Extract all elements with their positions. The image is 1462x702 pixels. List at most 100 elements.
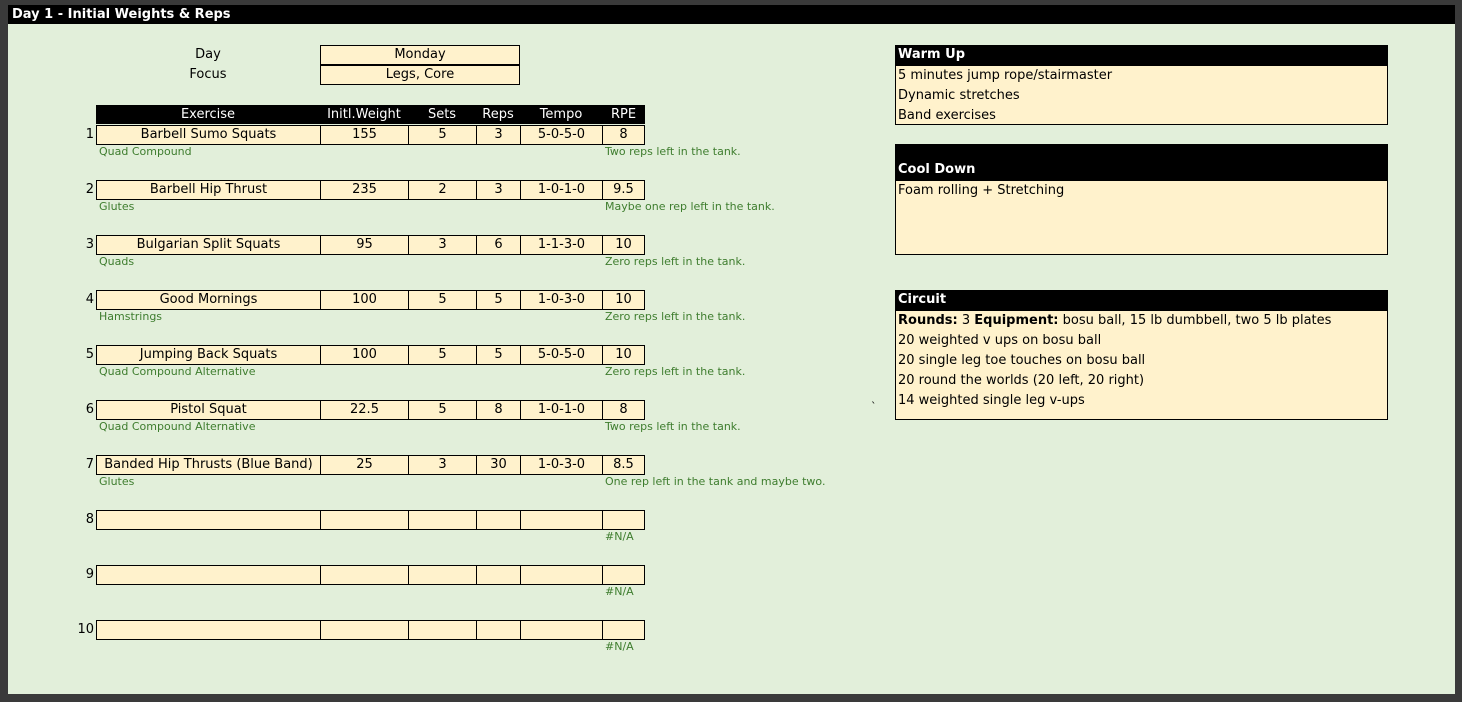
cell-sets[interactable]: 5 — [408, 345, 477, 365]
cell-weight[interactable]: 22.5 — [320, 400, 409, 420]
cell-weight[interactable]: 155 — [320, 125, 409, 145]
cell-tempo[interactable] — [520, 620, 603, 640]
cell-tempo[interactable]: 5-0-5-0 — [520, 125, 603, 145]
cell-weight[interactable]: 25 — [320, 455, 409, 475]
rounds-value: 3 — [961, 313, 971, 328]
cell-exercise[interactable]: Bulgarian Split Squats — [96, 235, 321, 255]
cell-weight[interactable]: 95 — [320, 235, 409, 255]
cell-reps[interactable] — [476, 510, 521, 530]
sheet-title: Day 1 - Initial Weights & Reps — [8, 5, 1455, 24]
cell-rpe[interactable] — [602, 620, 645, 640]
cell-exercise[interactable]: Barbell Hip Thrust — [96, 180, 321, 200]
cell-rpe[interactable]: 8 — [602, 400, 645, 420]
row-number: 7 — [85, 457, 94, 472]
cell-sets[interactable]: 3 — [408, 235, 477, 255]
rpe-note: Maybe one rep left in the tank. — [605, 200, 775, 213]
cell-weight[interactable]: 100 — [320, 290, 409, 310]
cell-reps[interactable]: 30 — [476, 455, 521, 475]
cell-rpe[interactable]: 8.5 — [602, 455, 645, 475]
rpe-note: #N/A — [605, 640, 634, 653]
row-number: 4 — [85, 292, 94, 307]
warmup-line: Band exercises — [898, 108, 996, 123]
cell-reps[interactable] — [476, 565, 521, 585]
rounds-label: Rounds: — [898, 313, 958, 328]
cell-sets[interactable]: 5 — [408, 400, 477, 420]
muscle-group-note: Hamstrings — [99, 310, 163, 323]
cell-sets[interactable] — [408, 620, 477, 640]
rpe-note: Two reps left in the tank. — [605, 420, 741, 433]
cell-sets[interactable]: 5 — [408, 125, 477, 145]
cell-weight[interactable]: 100 — [320, 345, 409, 365]
cell-tempo[interactable]: 1-1-3-0 — [520, 235, 603, 255]
cell-exercise[interactable] — [96, 510, 321, 530]
muscle-group-note: Glutes — [99, 200, 135, 213]
day-label: Day — [195, 47, 221, 62]
day-value-cell[interactable]: Monday — [320, 45, 520, 65]
cell-reps[interactable] — [476, 620, 521, 640]
cell-sets[interactable]: 3 — [408, 455, 477, 475]
rpe-note: #N/A — [605, 585, 634, 598]
cell-exercise[interactable]: Banded Hip Thrusts (Blue Band) — [96, 455, 321, 475]
warmup-body[interactable]: 5 minutes jump rope/stairmaster Dynamic … — [895, 65, 1388, 125]
cell-reps[interactable]: 3 — [476, 180, 521, 200]
cell-weight[interactable] — [320, 565, 409, 585]
row-number: 8 — [85, 512, 94, 527]
header-tempo: Tempo — [520, 105, 602, 124]
cell-reps[interactable]: 3 — [476, 125, 521, 145]
cell-tempo[interactable]: 1-0-3-0 — [520, 455, 603, 475]
cell-reps[interactable]: 8 — [476, 400, 521, 420]
focus-value-cell[interactable]: Legs, Core — [320, 65, 520, 85]
cooldown-line: Foam rolling + Stretching — [898, 183, 1065, 198]
warmup-title: Warm Up — [895, 45, 1388, 65]
cell-rpe[interactable]: 9.5 — [602, 180, 645, 200]
cell-tempo[interactable]: 1-0-3-0 — [520, 290, 603, 310]
cell-tempo[interactable]: 1-0-1-0 — [520, 400, 603, 420]
cell-weight[interactable]: 235 — [320, 180, 409, 200]
cell-rpe[interactable]: 8 — [602, 125, 645, 145]
circuit-line: 20 round the worlds (20 left, 20 right) — [898, 373, 1145, 388]
focus-label: Focus — [189, 67, 227, 82]
cell-exercise[interactable] — [96, 620, 321, 640]
cell-tempo[interactable] — [520, 565, 603, 585]
cell-rpe[interactable] — [602, 510, 645, 530]
cell-sets[interactable] — [408, 510, 477, 530]
cell-sets[interactable]: 5 — [408, 290, 477, 310]
cell-rpe[interactable]: 10 — [602, 235, 645, 255]
rpe-note: Zero reps left in the tank. — [605, 365, 746, 378]
cell-exercise[interactable] — [96, 565, 321, 585]
circuit-line: 20 single leg toe touches on bosu ball — [898, 353, 1146, 368]
warmup-line: 5 minutes jump rope/stairmaster — [898, 68, 1113, 83]
cell-tempo[interactable]: 1-0-1-0 — [520, 180, 603, 200]
cell-rpe[interactable]: 10 — [602, 345, 645, 365]
rpe-note: Zero reps left in the tank. — [605, 310, 746, 323]
worksheet: Day 1 - Initial Weights & Reps Day Monda… — [8, 5, 1455, 694]
header-weight: Initl.Weight — [320, 105, 408, 124]
cooldown-title: Cool Down — [895, 144, 1388, 180]
cell-sets[interactable]: 2 — [408, 180, 477, 200]
muscle-group-note: Quad Compound Alternative — [99, 365, 256, 378]
cell-weight[interactable] — [320, 620, 409, 640]
cell-exercise[interactable]: Good Mornings — [96, 290, 321, 310]
circuit-body[interactable]: Rounds: 3 Equipment: bosu ball, 15 lb du… — [895, 310, 1388, 420]
cooldown-body[interactable]: Foam rolling + Stretching — [895, 180, 1388, 255]
cell-exercise[interactable]: Pistol Squat — [96, 400, 321, 420]
cell-reps[interactable]: 5 — [476, 290, 521, 310]
cell-tempo[interactable]: 5-0-5-0 — [520, 345, 603, 365]
cell-rpe[interactable] — [602, 565, 645, 585]
rpe-note: #N/A — [605, 530, 634, 543]
header-sets: Sets — [408, 105, 476, 124]
cell-exercise[interactable]: Jumping Back Squats — [96, 345, 321, 365]
cell-rpe[interactable]: 10 — [602, 290, 645, 310]
cell-exercise[interactable]: Barbell Sumo Squats — [96, 125, 321, 145]
circuit-line: 20 weighted v ups on bosu ball — [898, 333, 1102, 348]
cell-reps[interactable]: 6 — [476, 235, 521, 255]
row-number: 1 — [85, 127, 94, 142]
cell-weight[interactable] — [320, 510, 409, 530]
cell-tempo[interactable] — [520, 510, 603, 530]
header-rpe: RPE — [602, 105, 645, 124]
row-number: 2 — [85, 182, 94, 197]
rpe-note: Zero reps left in the tank. — [605, 255, 746, 268]
cell-sets[interactable] — [408, 565, 477, 585]
cell-reps[interactable]: 5 — [476, 345, 521, 365]
circuit-title: Circuit — [895, 290, 1388, 310]
